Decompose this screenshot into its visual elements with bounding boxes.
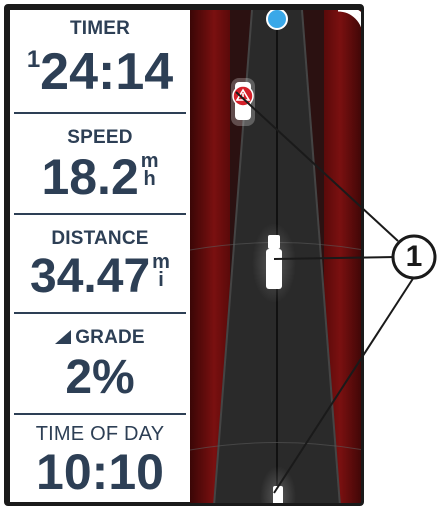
field-divider (14, 213, 186, 215)
time-of-day-value: 10:10 (36, 444, 164, 500)
distance-value: 34.47 m i (10, 250, 190, 303)
rider-position-icon (266, 10, 288, 30)
vehicle-icon (252, 223, 296, 303)
speed-unit-bottom: h (143, 168, 156, 190)
data-fields-panel: TIMER 124:14 SPEED 18.2 m h DISTANCE 34.47… (10, 10, 190, 502)
timer-lap-number: 1 (26, 46, 41, 73)
speed-label: SPEED (67, 127, 133, 148)
timer-time: 24:14 (40, 43, 174, 101)
distance-unit: mi (152, 252, 170, 291)
distance-number: 34.47 (30, 250, 151, 303)
speed-unit: mh (141, 151, 159, 190)
distance-label: DISTANCE (51, 228, 149, 249)
field-divider (14, 312, 186, 314)
timer-label: TIMER (69, 18, 131, 39)
radar-map (190, 10, 361, 503)
grade-value: 2% (65, 351, 135, 404)
field-divider (14, 112, 186, 114)
speed-value: 18.2 m h (10, 149, 190, 205)
speed-number: 18.2 (41, 149, 139, 205)
grade-label: GRADE (10, 327, 190, 349)
field-divider (14, 413, 186, 415)
device-screen: TIMER 124:14 SPEED 18.2 m h DISTANCE 34.47… (4, 4, 364, 506)
grade-label-text: GRADE (75, 327, 145, 348)
grade-triangle-icon (55, 330, 72, 344)
distance-unit-bottom: i (158, 269, 164, 291)
alert-vehicle (231, 78, 255, 126)
time-of-day-label: TIME OF DAY (35, 423, 165, 445)
timer-value: 124:14 (10, 46, 190, 98)
callout-number: 1 (405, 240, 423, 273)
radar-road-graphic (190, 10, 361, 503)
